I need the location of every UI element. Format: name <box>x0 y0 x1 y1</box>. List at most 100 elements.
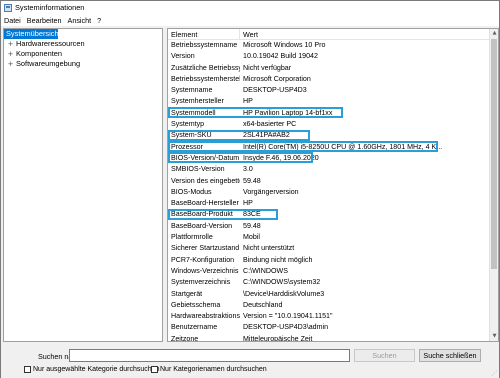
row-element-cell: BaseBoard-Version <box>171 221 233 230</box>
checkbox-selected-category[interactable]: Nur ausgewählte Kategorie durchsuchen <box>24 366 159 373</box>
row-element-cell: Betriebssystemname <box>171 41 238 49</box>
close-search-button[interactable]: Suche schließen <box>419 349 481 362</box>
tree-item-hardwareressourcen[interactable]: + Hardwareressourcen <box>4 39 162 49</box>
row-value-cell: Nicht unterstützt <box>243 244 295 253</box>
column-header-value[interactable]: Wert <box>240 29 490 40</box>
row-value-cell: x64-basierter PC <box>243 120 297 129</box>
category-tree[interactable]: Systemübersicht + Hardwareressourcen + K… <box>3 28 163 342</box>
table-row[interactable]: Hardwareabstraktionse...Version = "10.0.… <box>168 311 490 322</box>
table-row[interactable]: Betriebssystemname Microsoft Windows 10 P… <box>168 40 490 51</box>
table-row[interactable]: SMBIOS-Version 3.0 <box>168 164 490 175</box>
table-row[interactable]: Sicherer Startzustand Nicht unterstützt <box>168 243 490 254</box>
vertical-scrollbar[interactable]: ▲ ▼ <box>489 29 498 341</box>
row-element-cell: BIOS-Modus <box>171 187 212 196</box>
table-row[interactable]: Startgerät \Device\HarddiskVolume3 <box>168 289 490 300</box>
row-element-cell: BIOS-Version/-Datum <box>171 153 240 162</box>
scroll-down-arrow-icon[interactable]: ▼ <box>490 332 498 341</box>
tree-item-systemuebersicht[interactable]: Systemübersicht <box>4 29 61 39</box>
list-rows: Betriebssystemname Microsoft Windows 10 P… <box>168 40 490 341</box>
row-value-cell: Mobil <box>243 233 260 242</box>
table-row[interactable]: Systemtyp x64-basierter PC <box>168 119 490 130</box>
table-row[interactable]: PCR7-Konfiguration Bindung nicht möglich <box>168 255 490 266</box>
row-value-cell: 59.48 <box>243 221 261 230</box>
table-row[interactable]: BIOS-Modus Vorgängerversion <box>168 187 490 198</box>
table-row[interactable]: Version des eingebettet...59.48 <box>168 176 490 187</box>
system-information-window: Systeminformationen Datei Bearbeiten Ans… <box>0 0 500 378</box>
table-row[interactable]: Version 10.0.19042 Build 19042 <box>168 51 490 62</box>
table-row[interactable]: Zeitzone Mitteleuropäische Zeit <box>168 334 490 341</box>
checkbox-category-names[interactable]: Nur Kategorienamen durchsuchen <box>151 366 267 373</box>
scroll-up-arrow-icon[interactable]: ▲ <box>490 29 498 38</box>
table-row[interactable]: Systemname DESKTOP-USP4D3 <box>168 85 490 96</box>
table-row[interactable]: Prozessor Intel(R) Core(TM) i5-8250U CPU … <box>168 142 490 153</box>
row-element-cell: Systemverzeichnis <box>171 278 231 287</box>
row-value-cell: Microsoft Corporation <box>243 74 311 83</box>
row-element-cell: Gebietsschema <box>171 300 221 309</box>
table-row[interactable]: BaseBoard-Hersteller HP <box>168 198 490 209</box>
row-value-cell: C:\WINDOWS <box>243 266 288 275</box>
tree-item-label: Hardwareressourcen <box>16 39 85 48</box>
row-element-cell: Betriebssystemhersteller <box>171 74 240 83</box>
row-value-cell: Microsoft Windows 10 Pro <box>243 41 326 49</box>
row-element-cell: Systemname <box>171 86 213 95</box>
search-input[interactable] <box>69 349 350 362</box>
row-element-cell: Systemtyp <box>171 120 205 129</box>
table-row[interactable]: Systemverzeichnis C:\WINDOWS\system32 <box>168 277 490 288</box>
find-button[interactable]: Suchen <box>354 349 415 362</box>
row-element-cell: Version des eingebettet... <box>171 176 240 185</box>
column-header-element[interactable]: Element <box>168 29 240 40</box>
row-element-cell: Sicherer Startzustand <box>171 244 240 253</box>
details-list[interactable]: Element Wert Betriebssystemname Microsoft… <box>167 28 499 342</box>
title-bar: Systeminformationen <box>1 1 499 14</box>
expand-plus-icon[interactable]: + <box>7 60 14 68</box>
menu-help[interactable]: ? <box>97 16 101 25</box>
row-element-cell: Hardwareabstraktionse... <box>171 312 240 321</box>
row-value-cell: Insyde F.46, 19.06.2020 <box>243 153 319 162</box>
row-element-cell: Systemmodell <box>171 108 216 117</box>
expand-plus-icon[interactable]: + <box>7 40 14 48</box>
row-element-cell: SMBIOS-Version <box>171 165 225 174</box>
menu-bearbeiten[interactable]: Bearbeiten <box>27 16 62 25</box>
table-row[interactable]: BaseBoard-Produkt 83CE <box>168 209 490 220</box>
tree-item-softwareumgebung[interactable]: + Softwareumgebung <box>4 59 162 69</box>
checkbox-box[interactable] <box>151 366 158 373</box>
table-row[interactable]: Windows-Verzeichnis C:\WINDOWS <box>168 266 490 277</box>
menu-ansicht[interactable]: Ansicht <box>68 16 92 25</box>
row-element-cell: BaseBoard-Hersteller <box>171 199 239 208</box>
table-row[interactable]: BetriebssystemherstellerMicrosoft Corpor… <box>168 74 490 85</box>
resize-grip-icon[interactable]: ⋰ <box>491 371 497 377</box>
row-value-cell: Vorgängerversion <box>243 187 299 196</box>
table-row[interactable]: Systemmodell HP Pavilion Laptop 14-bf1xx <box>168 108 490 119</box>
menu-datei[interactable]: Datei <box>4 16 21 25</box>
row-element-cell: Zusätzliche Betriebssyst... <box>171 63 240 72</box>
table-row[interactable]: Zusätzliche Betriebssyst...Nicht verfügb… <box>168 63 490 74</box>
table-row[interactable]: Gebietsschema Deutschland <box>168 300 490 311</box>
row-element-cell: Systemhersteller <box>171 97 224 106</box>
row-value-cell: \Device\HarddiskVolume3 <box>243 289 325 298</box>
table-row[interactable]: BIOS-Version/-Datum Insyde F.46, 19.06.20… <box>168 153 490 164</box>
window-title: Systeminformationen <box>15 3 85 12</box>
row-value-cell: Deutschland <box>243 300 283 309</box>
tree-item-komponenten[interactable]: + Komponenten <box>4 49 162 59</box>
row-value-cell: HP Pavilion Laptop 14-bf1xx <box>243 108 333 117</box>
table-row[interactable]: Systemhersteller HP <box>168 96 490 107</box>
row-element-cell: BaseBoard-Produkt <box>171 210 233 219</box>
scrollbar-thumb[interactable] <box>491 39 497 269</box>
expand-plus-icon[interactable]: + <box>7 50 14 58</box>
table-row[interactable]: BaseBoard-Version 59.48 <box>168 221 490 232</box>
row-value-cell: 83CE <box>243 210 261 219</box>
table-row[interactable]: Plattformrolle Mobil <box>168 232 490 243</box>
menu-bar: Datei Bearbeiten Ansicht ? <box>1 14 499 26</box>
checkbox-box[interactable] <box>24 366 31 373</box>
table-row[interactable]: Benutzername DESKTOP-USP4D3\admin <box>168 322 490 333</box>
tree-item-label: Softwareumgebung <box>16 59 81 68</box>
row-value-cell: HP <box>243 97 253 106</box>
row-value-cell: DESKTOP-USP4D3 <box>243 86 307 95</box>
tree-item-label: Komponenten <box>16 49 63 58</box>
table-row[interactable]: System-SKU 2SL41PA#AB2 <box>168 130 490 141</box>
row-value-cell: Nicht verfügbar <box>243 63 292 72</box>
row-element-cell: Windows-Verzeichnis <box>171 266 239 275</box>
row-value-cell: C:\WINDOWS\system32 <box>243 278 321 287</box>
row-value-cell: 59.48 <box>243 176 261 185</box>
row-value-cell: Intel(R) Core(TM) i5-8250U CPU @ 1.60GHz… <box>243 142 443 151</box>
